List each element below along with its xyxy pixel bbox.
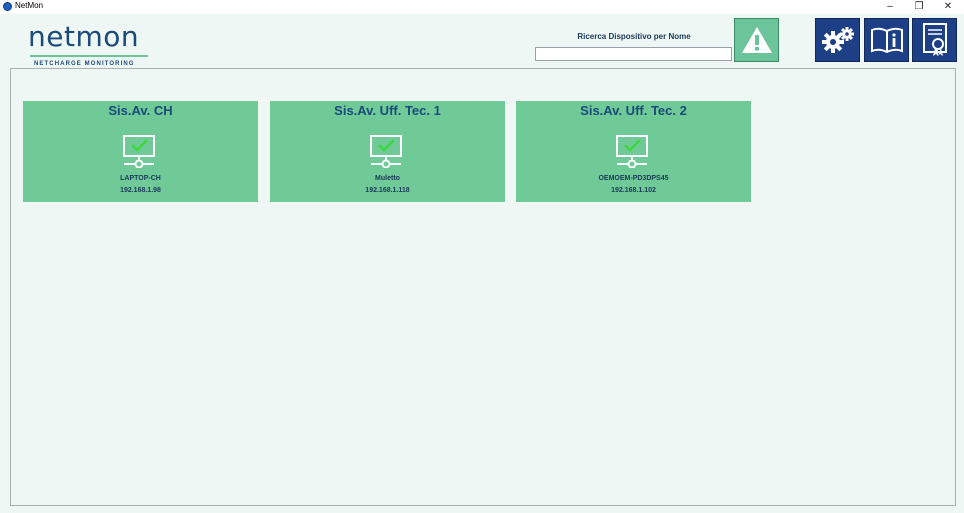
logo-tagline: NETCHARGE MONITORING (34, 61, 135, 67)
network-computer-ok-icon (616, 135, 648, 168)
warning-icon (741, 27, 772, 53)
search-input[interactable] (535, 47, 732, 61)
book-info-icon (870, 27, 903, 54)
settings-button[interactable] (815, 18, 860, 62)
device-title: Sis.Av. CH (108, 103, 173, 118)
device-panel: Sis.Av. CH LAPTOP-CH 192.168.1.98 Sis.Av… (10, 68, 956, 506)
device-card[interactable]: Sis.Av. CH LAPTOP-CH 192.168.1.98 (23, 101, 258, 202)
window-title: NetMon (15, 1, 44, 10)
search-label: Ricerca Dispositivo per Nome (577, 32, 691, 41)
app-icon (3, 2, 12, 11)
window-titlebar: NetMon – ❐ ✕ (0, 0, 964, 14)
logo-underline (30, 55, 148, 57)
manual-button[interactable] (864, 18, 909, 62)
alerts-button[interactable] (734, 18, 779, 62)
device-hostname: OEMOEM-PD3DPS45 (598, 175, 669, 182)
close-button[interactable]: ✕ (934, 0, 962, 14)
gears-icon (821, 27, 854, 53)
network-computer-ok-icon (123, 135, 155, 168)
device-ip: 192.168.1.102 (611, 187, 656, 194)
certificate-icon (922, 23, 947, 56)
device-hostname: LAPTOP-CH (120, 175, 161, 182)
device-card[interactable]: Sis.Av. Uff. Tec. 2 OEMOEM-PD3DPS45 192.… (516, 101, 751, 202)
netmon-logo: netmon NETCHARGE MONITORING (28, 20, 158, 67)
device-ip: 192.168.1.98 (120, 187, 161, 194)
device-card[interactable]: Sis.Av. Uff. Tec. 1 Muletto 192.168.1.11… (270, 101, 505, 202)
app-area: netmon NETCHARGE MONITORING Ricerca Disp… (0, 14, 964, 513)
logo-wordmark: netmon (28, 20, 140, 53)
device-ip: 192.168.1.118 (365, 187, 410, 194)
restore-button[interactable]: ❐ (905, 0, 933, 14)
device-hostname: Muletto (375, 175, 400, 182)
license-button[interactable] (912, 18, 957, 62)
device-title: Sis.Av. Uff. Tec. 2 (580, 103, 687, 118)
device-title: Sis.Av. Uff. Tec. 1 (334, 103, 441, 118)
minimize-button[interactable]: – (876, 0, 904, 14)
network-computer-ok-icon (370, 135, 402, 168)
